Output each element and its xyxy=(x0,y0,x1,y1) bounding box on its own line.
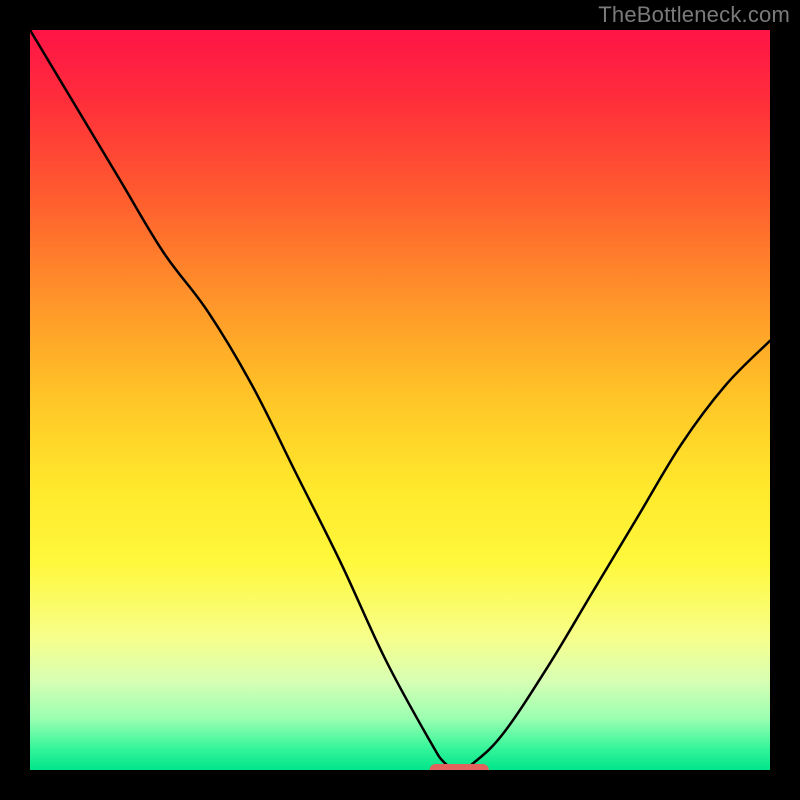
chart-frame: TheBottleneck.com xyxy=(0,0,800,800)
bottleneck-chart xyxy=(30,30,770,770)
watermark-text: TheBottleneck.com xyxy=(598,2,790,28)
optimum-marker xyxy=(430,764,489,770)
chart-svg xyxy=(30,30,770,770)
gradient-background xyxy=(30,30,770,770)
